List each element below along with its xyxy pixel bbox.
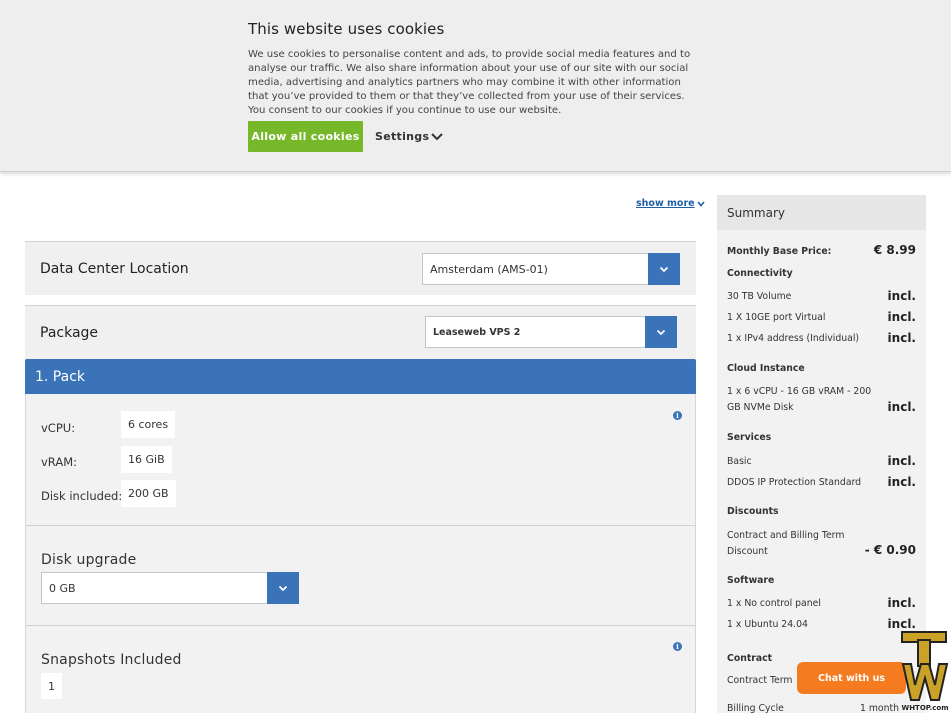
snapshots-title: Snapshots Included xyxy=(41,652,182,668)
pack-body: i vCPU: 6 cores vRAM: 16 GiB Disk includ… xyxy=(25,394,696,713)
pack-title: 1. Pack xyxy=(35,368,86,385)
spec-value-vcpu: 6 cores xyxy=(121,411,176,438)
contract-heading: Contract xyxy=(727,653,773,664)
allow-all-cookies-button[interactable]: Allow all cookies xyxy=(248,121,363,152)
cookie-content: This website uses cookies We use cookies… xyxy=(248,20,704,118)
summary-row-value: incl. xyxy=(887,289,916,303)
cookie-actions: Allow all cookies Settings xyxy=(248,121,444,152)
services-heading: Services xyxy=(727,432,772,443)
datacenter-panel: Data Center Location Amsterdam (AMS-01) xyxy=(25,241,696,295)
summary-row-value: incl. xyxy=(887,475,916,489)
cookie-settings-label: Settings xyxy=(375,130,430,143)
package-select[interactable]: Leaseweb VPS 2 xyxy=(425,316,677,348)
spec-value-vram: 16 GiB xyxy=(121,446,172,473)
cookie-banner: This website uses cookies We use cookies… xyxy=(0,0,951,172)
summary-row-value: incl. xyxy=(887,310,916,324)
info-icon[interactable]: i xyxy=(673,642,682,651)
info-icon[interactable]: i xyxy=(673,411,682,420)
chevron-down-icon xyxy=(645,316,677,348)
summary-row-value: incl. xyxy=(887,596,916,610)
datacenter-title: Data Center Location xyxy=(40,261,189,277)
divider xyxy=(26,525,695,526)
watermark-text: WHTOP.com xyxy=(901,704,949,712)
chevron-down-icon xyxy=(696,200,705,207)
summary-row-label: Contract and Billing Term Discount xyxy=(727,530,845,557)
chevron-down-icon xyxy=(267,572,299,604)
package-title: Package xyxy=(40,325,99,341)
summary-title: Summary xyxy=(717,195,926,230)
software-heading: Software xyxy=(727,575,775,586)
chevron-down-icon xyxy=(648,253,680,285)
cookie-text: We use cookies to personalise content an… xyxy=(248,49,691,116)
chat-label: Chat with us xyxy=(817,672,886,684)
package-select-value: Leaseweb VPS 2 xyxy=(433,326,521,338)
discounts-heading: Discounts xyxy=(727,506,779,517)
show-more-label: show more xyxy=(636,198,695,209)
chat-button[interactable]: Chat with us xyxy=(797,662,906,694)
datacenter-select[interactable]: Amsterdam (AMS-01) xyxy=(422,253,680,285)
datacenter-select-value: Amsterdam (AMS-01) xyxy=(430,262,548,276)
summary-row-label: 1 x 6 vCPU - 16 GB vRAM - 200 GB NVMe Di… xyxy=(727,386,872,413)
divider xyxy=(26,625,695,626)
connectivity-heading: Connectivity xyxy=(727,268,793,279)
package-panel: Package Leaseweb VPS 2 xyxy=(25,305,696,360)
summary-row-value: incl. xyxy=(887,331,916,345)
summary-row-value: incl. xyxy=(887,617,916,631)
chevron-down-icon xyxy=(431,132,444,140)
cloud-instance-heading: Cloud Instance xyxy=(727,363,805,374)
show-more-link[interactable]: show more xyxy=(636,198,705,209)
summary-row-value: incl. xyxy=(887,400,916,414)
summary-row-value: incl. xyxy=(887,454,916,468)
cookie-title: This website uses cookies xyxy=(248,20,445,38)
summary-row-value: - € 0.90 xyxy=(864,543,916,557)
spec-label-vram: vRAM: xyxy=(41,455,77,469)
spec-label-disk: Disk included: xyxy=(41,489,123,503)
base-price-value: € 8.99 xyxy=(873,243,916,257)
pack-header[interactable]: 1. Pack xyxy=(25,359,696,394)
spec-label-vcpu: vCPU: xyxy=(41,421,76,435)
summary-panel: Summary Monthly Base Price: € 8.99 Conne… xyxy=(717,195,926,713)
disk-upgrade-value: 0 GB xyxy=(49,581,76,595)
watermark-logo-icon xyxy=(901,631,949,701)
disk-upgrade-select[interactable]: 0 GB xyxy=(41,572,299,604)
cookie-settings-button[interactable]: Settings xyxy=(375,130,444,143)
snapshots-value: 1 xyxy=(41,673,62,699)
whtop-watermark-logo: WHTOP.com xyxy=(899,630,951,713)
disk-upgrade-title: Disk upgrade xyxy=(41,552,137,568)
spec-value-disk: 200 GB xyxy=(121,480,176,507)
